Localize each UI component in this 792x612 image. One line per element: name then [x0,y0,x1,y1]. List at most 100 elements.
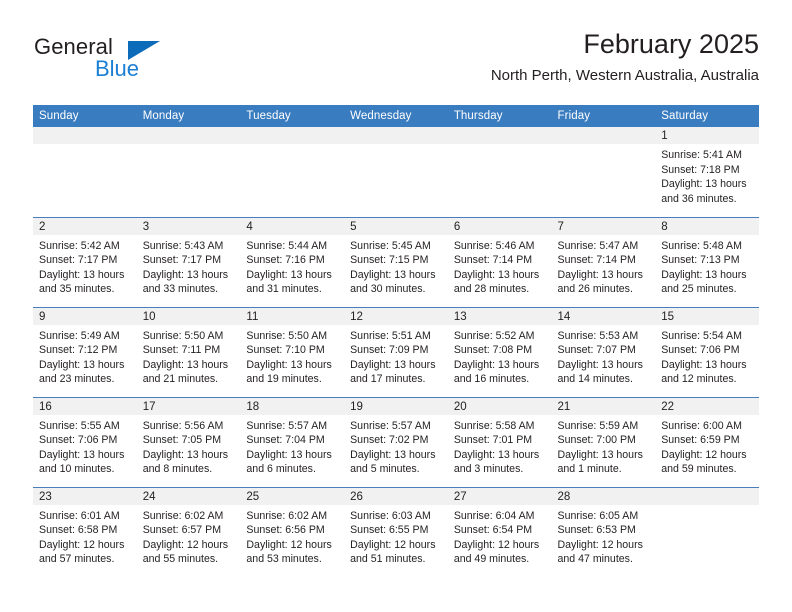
daylight-duration-line2: and 21 minutes. [142,373,219,386]
daylight-duration-line2: and 33 minutes. [142,283,219,296]
day-number: 14 [551,307,656,325]
daylight-duration-line2: and 16 minutes. [453,373,530,386]
calendar-day-cell[interactable]: 23 Sunrise: 6:01 AM Sunset: 6:58 PM Dayligh… [33,486,137,577]
calendar-day-cell[interactable]: 21 Sunrise: 5:59 AM Sunset: 7:00 PM Dayligh… [551,396,656,487]
day-details: Sunrise: 5:44 AM Sunset: 7:16 PM Daylight:… [240,235,344,297]
calendar-day-cell[interactable]: 8 Sunrise: 5:48 AM Sunset: 7:13 PM Daylight… [655,216,759,307]
calendar-day-cell[interactable]: 10 Sunrise: 5:50 AM Sunset: 7:11 PM Dayligh… [136,306,241,397]
sunrise-time: Sunrise: 6:03 AM [350,509,431,522]
day-number [344,127,448,144]
day-details: Sunrise: 6:01 AM Sunset: 6:58 PM Daylight:… [33,505,137,567]
calendar-day-cell[interactable]: 9 Sunrise: 5:49 AM Sunset: 7:12 PM Daylight… [33,306,137,397]
day-details: Sunrise: 6:03 AM Sunset: 6:55 PM Daylight:… [344,505,448,567]
calendar-day-cell[interactable]: 22 Sunrise: 6:00 AM Sunset: 6:59 PM Dayligh… [655,396,759,487]
calendar-day-cell[interactable]: 6 Sunrise: 5:46 AM Sunset: 7:14 PM Daylight… [447,216,552,307]
sunset-time: Sunset: 7:11 PM [142,344,221,357]
sunrise-time: Sunrise: 5:50 AM [246,329,328,342]
calendar-body: 1 Sunrise: 5:41 AM Sunset: 7:18 PM Daylight… [33,127,759,577]
general-blue-logo[interactable]: General Blue [33,34,233,94]
daylight-duration-line2: and 36 minutes. [661,192,737,205]
day-number: 1 [655,127,759,144]
day-details: Sunrise: 5:59 AM Sunset: 7:00 PM Daylight:… [552,415,656,477]
calendar-page: General Blue February 2025 North Perth, … [0,0,792,612]
sunrise-time: Sunrise: 5:44 AM [246,239,328,252]
calendar-day-cell[interactable]: 28 Sunrise: 6:05 AM Sunset: 6:53 PM Dayligh… [551,486,656,577]
calendar-day-cell[interactable]: 14 Sunrise: 5:53 AM Sunset: 7:07 PM Dayligh… [551,306,656,397]
daylight-duration-line1: Daylight: 13 hours [557,358,643,371]
sunrise-sunset-calendar: Sunday Monday Tuesday Wednesday Thursday… [33,105,759,577]
calendar-day-cell[interactable]: 15 Sunrise: 5:54 AM Sunset: 7:06 PM Dayligh… [655,306,759,397]
sunset-time: Sunset: 7:01 PM [453,434,533,447]
daylight-duration-line1: Daylight: 12 hours [453,538,540,551]
weekday-header-tuesday: Tuesday [240,105,345,127]
weekday-header-sunday: Sunday [33,105,137,127]
sunset-time: Sunset: 7:07 PM [557,344,636,357]
sunrise-time: Sunrise: 6:05 AM [557,509,639,522]
day-number: 6 [447,217,552,235]
day-number: 18 [240,397,345,415]
sunrise-time: Sunrise: 5:43 AM [142,239,224,252]
calendar-day-cell[interactable]: 19 Sunrise: 5:57 AM Sunset: 7:02 PM Dayligh… [344,396,448,487]
day-number: 23 [33,487,137,505]
day-details: Sunrise: 6:02 AM Sunset: 6:56 PM Daylight:… [240,505,344,567]
calendar-day-cell[interactable]: 27 Sunrise: 6:04 AM Sunset: 6:54 PM Dayligh… [447,486,552,577]
daylight-duration-line2: and 8 minutes. [142,463,213,476]
daylight-duration-line2: and 25 minutes. [661,283,737,296]
daylight-duration-line1: Daylight: 12 hours [557,538,643,551]
calendar-day-cell[interactable]: 24 Sunrise: 6:02 AM Sunset: 6:57 PM Dayligh… [136,486,241,577]
calendar-day-cell[interactable]: 11 Sunrise: 5:50 AM Sunset: 7:10 PM Dayligh… [240,306,345,397]
sunrise-time: Sunrise: 5:57 AM [350,419,431,432]
calendar-day-cell[interactable]: 2 Sunrise: 5:42 AM Sunset: 7:17 PM Daylight… [33,216,137,307]
calendar-day-cell[interactable]: 1 Sunrise: 5:41 AM Sunset: 7:18 PM Daylight… [655,127,759,217]
daylight-duration-line1: Daylight: 13 hours [142,358,229,371]
calendar-week-row: 2 Sunrise: 5:42 AM Sunset: 7:17 PM Daylight… [33,216,759,307]
sunset-time: Sunset: 7:09 PM [350,344,429,357]
sunrise-time: Sunrise: 5:45 AM [350,239,431,252]
calendar-day-cell[interactable]: 7 Sunrise: 5:47 AM Sunset: 7:14 PM Daylight… [551,216,656,307]
calendar-week-row: 16 Sunrise: 5:55 AM Sunset: 7:06 PM Dayligh… [33,396,759,487]
day-details: Sunrise: 5:57 AM Sunset: 7:04 PM Daylight:… [240,415,344,477]
calendar-day-cell[interactable]: 13 Sunrise: 5:52 AM Sunset: 7:08 PM Dayligh… [447,306,552,397]
weekday-header-thursday: Thursday [447,105,552,127]
day-number: 7 [551,217,656,235]
calendar-day-cell[interactable]: 26 Sunrise: 6:03 AM Sunset: 6:55 PM Dayligh… [344,486,448,577]
sunrise-time: Sunrise: 5:47 AM [557,239,639,252]
calendar-day-cell[interactable]: 12 Sunrise: 5:51 AM Sunset: 7:09 PM Dayligh… [344,306,448,397]
calendar-day-cell[interactable]: 5 Sunrise: 5:45 AM Sunset: 7:15 PM Daylight… [344,216,448,307]
day-number [447,127,552,144]
day-number: 28 [551,487,656,505]
day-number: 8 [655,217,759,235]
day-details: Sunrise: 6:05 AM Sunset: 6:53 PM Daylight:… [552,505,656,567]
daylight-duration-line2: and 53 minutes. [246,553,322,566]
day-number: 27 [447,487,552,505]
calendar-day-cell-empty [447,127,552,217]
calendar-day-cell[interactable]: 18 Sunrise: 5:57 AM Sunset: 7:04 PM Dayligh… [240,396,345,487]
day-details: Sunrise: 5:51 AM Sunset: 7:09 PM Daylight:… [344,325,448,387]
daylight-duration-line2: and 31 minutes. [246,283,322,296]
daylight-duration-line1: Daylight: 13 hours [39,268,125,281]
day-number [655,487,759,505]
day-details: Sunrise: 5:48 AM Sunset: 7:13 PM Daylight:… [655,235,759,297]
day-number: 9 [33,307,137,325]
calendar-day-cell[interactable]: 4 Sunrise: 5:44 AM Sunset: 7:16 PM Daylight… [240,216,345,307]
daylight-duration-line1: Daylight: 13 hours [142,448,229,461]
daylight-duration-line1: Daylight: 12 hours [142,538,229,551]
calendar-day-cell[interactable]: 3 Sunrise: 5:43 AM Sunset: 7:17 PM Daylight… [136,216,241,307]
calendar-day-cell[interactable]: 17 Sunrise: 5:56 AM Sunset: 7:05 PM Dayligh… [136,396,241,487]
day-number: 13 [447,307,552,325]
calendar-day-cell[interactable]: 16 Sunrise: 5:55 AM Sunset: 7:06 PM Dayligh… [33,396,137,487]
daylight-duration-line1: Daylight: 12 hours [246,538,332,551]
daylight-duration-line1: Daylight: 13 hours [661,178,747,191]
sunset-time: Sunset: 7:14 PM [453,254,533,267]
calendar-day-cell[interactable]: 20 Sunrise: 5:58 AM Sunset: 7:01 PM Dayligh… [447,396,552,487]
day-details: Sunrise: 5:46 AM Sunset: 7:14 PM Daylight:… [448,235,552,297]
daylight-duration-line1: Daylight: 13 hours [557,268,643,281]
calendar-day-cell[interactable]: 25 Sunrise: 6:02 AM Sunset: 6:56 PM Dayligh… [240,486,345,577]
sunset-time: Sunset: 6:55 PM [350,524,429,537]
daylight-duration-line1: Daylight: 12 hours [661,448,747,461]
sunrise-time: Sunrise: 5:59 AM [557,419,639,432]
calendar-week-row: 9 Sunrise: 5:49 AM Sunset: 7:12 PM Daylight… [33,306,759,397]
sunrise-time: Sunrise: 5:53 AM [557,329,639,342]
weekday-header-monday: Monday [136,105,241,127]
sunset-time: Sunset: 7:05 PM [142,434,222,447]
